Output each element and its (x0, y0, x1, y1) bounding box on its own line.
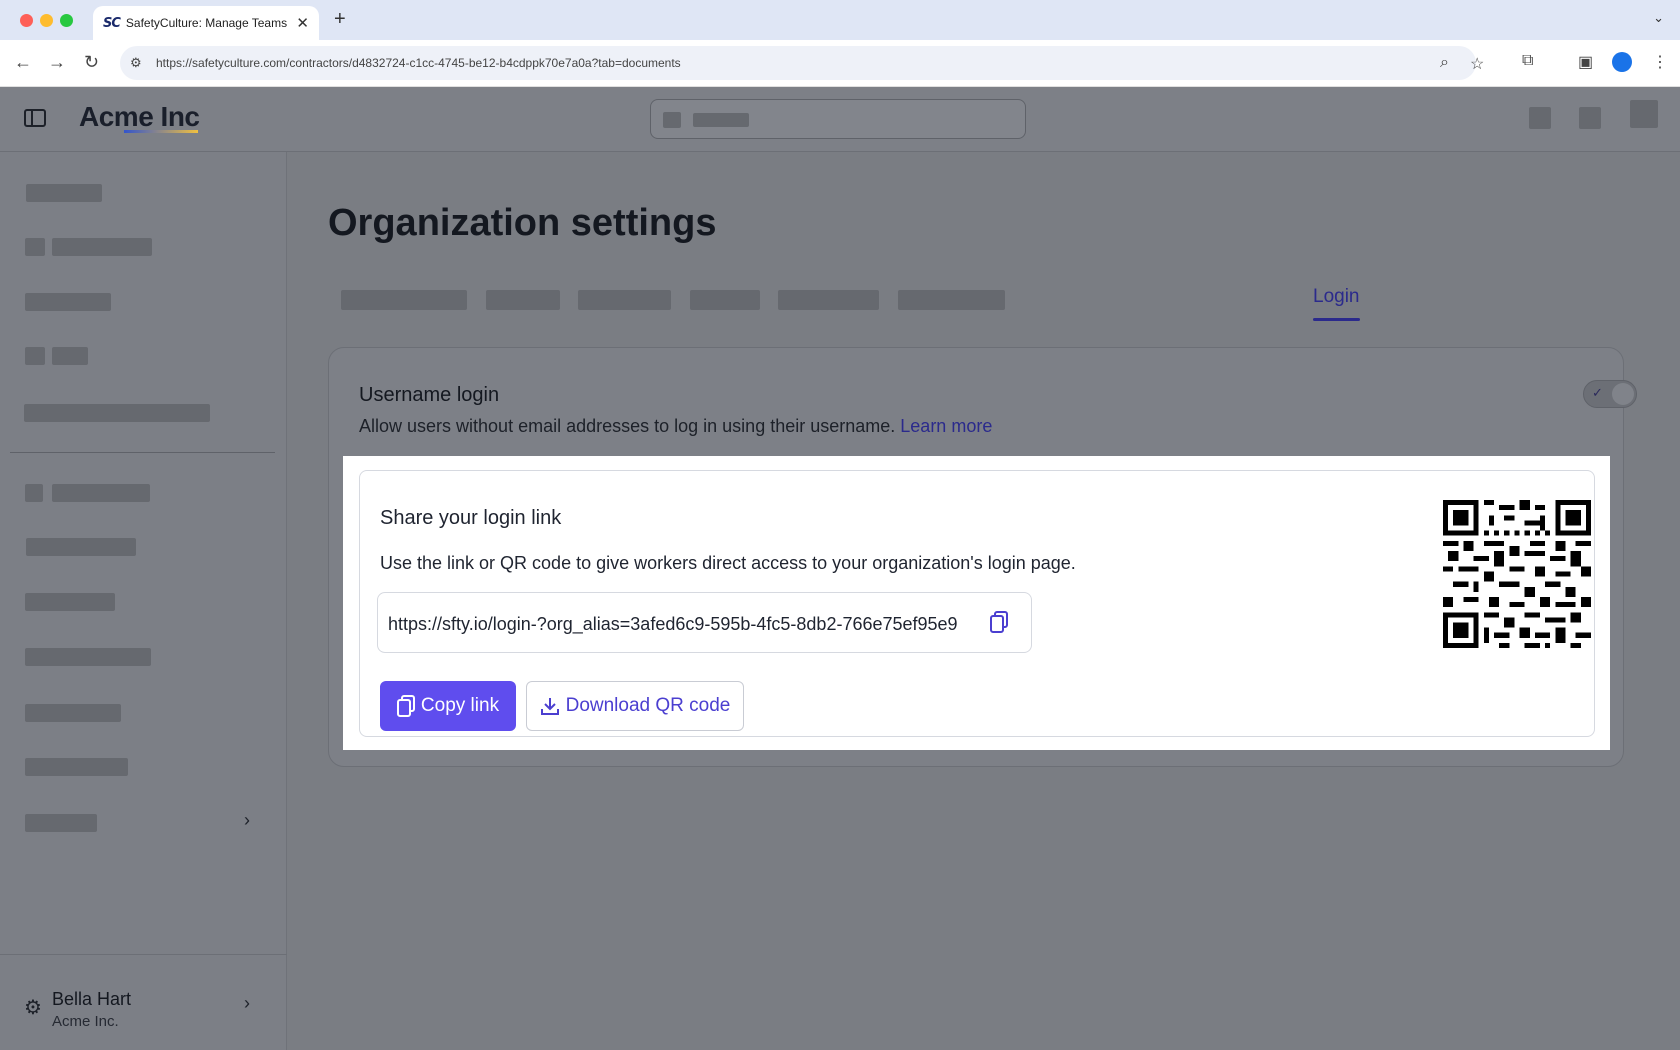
copy-icon[interactable] (990, 611, 1008, 633)
sidebar-item[interactable] (52, 347, 88, 365)
minimize-window-button[interactable] (40, 14, 53, 27)
maximize-window-button[interactable] (60, 14, 73, 27)
sidebar: › ⚙ Bella Hart Acme Inc. › (0, 152, 287, 1050)
sidebar-item[interactable] (52, 484, 150, 502)
download-qr-label: Download QR code (565, 695, 731, 716)
search-icon (663, 112, 681, 128)
sidebar-toggle-icon[interactable] (24, 109, 46, 127)
page-title: Organization settings (328, 202, 717, 244)
chevron-right-icon[interactable]: › (244, 993, 250, 1014)
sidebar-item[interactable] (25, 593, 115, 611)
reload-icon[interactable]: ↻ (84, 52, 99, 73)
login-link-text: https://sfty.io/login-?org_alias=3afed6c… (388, 614, 958, 634)
browser-tab[interactable]: SC SafetyCulture: Manage Teams and... ✕ (93, 6, 319, 40)
tab-item[interactable] (578, 290, 671, 310)
sidebar-item[interactable] (26, 538, 136, 556)
username-login-description: Allow users without email addresses to l… (359, 416, 992, 437)
download-icon (540, 698, 559, 715)
side-panel-icon[interactable]: ▣ (1578, 52, 1593, 72)
url-text: https://safetyculture.com/contractors/d4… (156, 56, 681, 70)
chevron-right-icon[interactable]: › (244, 810, 250, 831)
sidebar-divider (10, 452, 275, 453)
active-tab-indicator (1313, 318, 1360, 321)
favicon-icon: SC (103, 15, 121, 31)
browser-menu-icon[interactable]: ⋮ (1652, 52, 1668, 72)
tab-item[interactable] (690, 290, 760, 310)
sidebar-item[interactable] (25, 758, 128, 776)
share-login-box: Share your login link Use the link or QR… (359, 470, 1595, 737)
help-icon[interactable] (1529, 107, 1551, 129)
username-login-title: Username login (359, 384, 500, 406)
sidebar-item[interactable] (25, 293, 111, 311)
close-window-button[interactable] (20, 14, 33, 27)
close-tab-icon[interactable]: ✕ (296, 14, 309, 32)
search-placeholder (693, 113, 749, 127)
tab-login[interactable]: Login (1313, 286, 1360, 308)
brand-underline (124, 130, 198, 133)
user-menu-icon[interactable] (1630, 100, 1658, 128)
download-qr-button[interactable]: Download QR code (526, 681, 744, 731)
username-login-toggle[interactable]: ✓ (1583, 380, 1637, 408)
sidebar-item-more[interactable] (25, 814, 97, 832)
gear-icon: ⚙ (24, 997, 42, 1019)
brand-logo: Acme Inc (79, 101, 200, 132)
share-description: Use the link or QR code to give workers … (380, 553, 1076, 573)
zoom-icon[interactable]: ⌕ (1440, 54, 1449, 72)
sidebar-item[interactable] (24, 404, 210, 422)
copy-link-button[interactable]: Copy link (380, 681, 516, 731)
sidebar-item[interactable] (52, 238, 152, 256)
app-header: Acme Inc (0, 87, 1680, 152)
sidebar-item-icon (25, 347, 45, 365)
browser-toolbar: ← → ↻ ⚙ https://safetyculture.com/contra… (0, 40, 1680, 87)
qr-code (1443, 500, 1591, 648)
username-login-description-text: Allow users without email addresses to l… (359, 416, 896, 436)
tab-item[interactable] (486, 290, 560, 310)
tab-item[interactable] (341, 290, 467, 310)
copy-icon (396, 695, 415, 717)
browser-tab-bar: SC SafetyCulture: Manage Teams and... ✕ … (0, 0, 1680, 40)
tab-title: SafetyCulture: Manage Teams and... (125, 16, 291, 30)
share-title: Share your login link (380, 507, 562, 529)
settings-tabs (341, 282, 1343, 322)
address-bar[interactable]: ⚙ https://safetyculture.com/contractors/… (120, 46, 1484, 80)
share-login-panel: Share your login link Use the link or QR… (343, 456, 1610, 750)
sidebar-item[interactable] (25, 704, 121, 722)
user-section[interactable]: ⚙ Bella Hart Acme Inc. › (0, 954, 287, 1050)
copy-link-label: Copy link (420, 695, 500, 716)
forward-arrow-icon[interactable]: → (48, 52, 66, 73)
back-arrow-icon[interactable]: ← (14, 52, 32, 73)
profile-avatar-icon[interactable] (1612, 52, 1632, 72)
user-org: Acme Inc. (52, 1013, 119, 1030)
tab-list-chevron-icon[interactable]: ⌄ (1653, 10, 1664, 26)
notifications-icon[interactable] (1579, 107, 1601, 129)
new-tab-icon[interactable]: + (334, 8, 346, 31)
sidebar-item-icon (25, 238, 45, 256)
tab-item[interactable] (898, 290, 1005, 310)
search-input[interactable] (650, 99, 1026, 139)
sidebar-item[interactable] (25, 648, 151, 666)
login-link-field[interactable]: https://sfty.io/login-?org_alias=3afed6c… (377, 592, 1032, 653)
tab-item[interactable] (778, 290, 879, 310)
sidebar-item-icon (25, 484, 43, 502)
site-settings-icon[interactable]: ⚙ (130, 55, 142, 71)
sidebar-item[interactable] (26, 184, 102, 202)
user-name: Bella Hart (52, 989, 132, 1009)
bookmark-star-icon[interactable]: ☆ (1470, 54, 1484, 74)
check-icon: ✓ (1592, 385, 1603, 400)
learn-more-link[interactable]: Learn more (900, 416, 992, 436)
toggle-knob (1612, 383, 1634, 405)
extensions-puzzle-icon[interactable]: ⧉ (1522, 52, 1533, 70)
